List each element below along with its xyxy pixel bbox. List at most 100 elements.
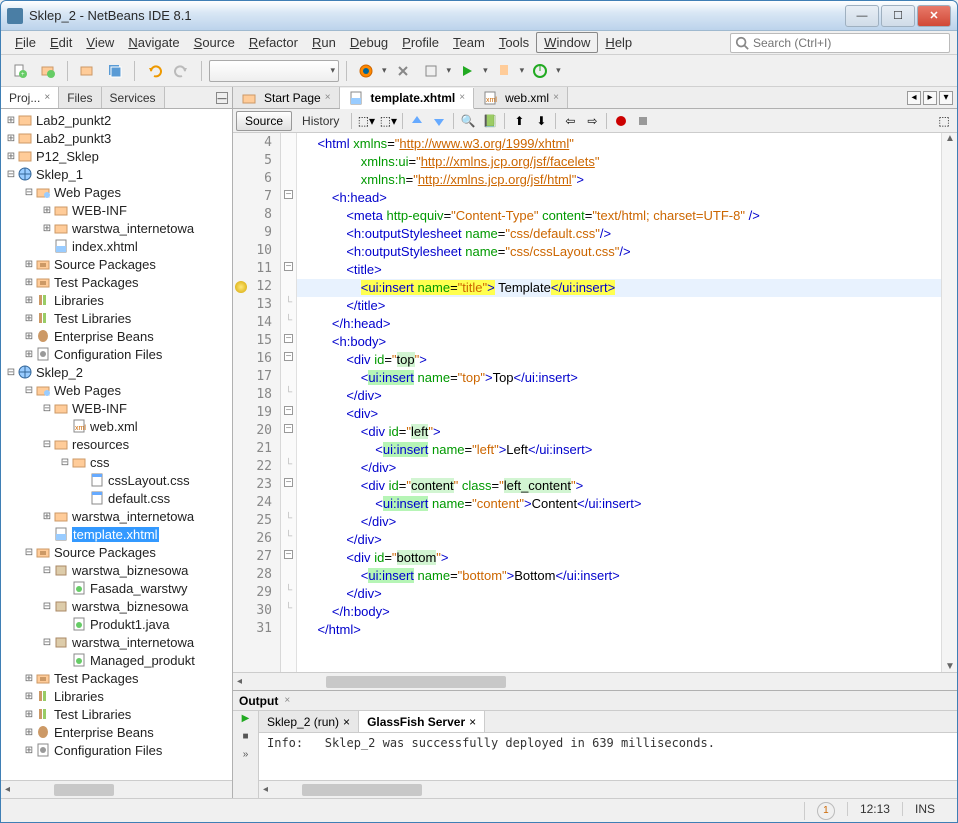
output-tab[interactable]: GlassFish Server× (359, 711, 485, 732)
tab-close-icon[interactable]: × (553, 92, 559, 103)
output-h-scrollbar[interactable]: ◂ (259, 780, 957, 798)
line-number[interactable]: 20 (233, 423, 280, 441)
fold-collapse-icon[interactable]: − (281, 351, 296, 369)
tab-projects[interactable]: Proj...× (1, 87, 59, 108)
expand-icon[interactable]: ⊞ (23, 259, 35, 270)
macro-stop-icon[interactable] (633, 111, 653, 131)
collapse-icon[interactable]: ⊟ (41, 439, 53, 450)
tab-list-icon[interactable]: ▾ (939, 91, 953, 105)
tab-close-icon[interactable]: × (343, 715, 350, 729)
tree-node[interactable]: ⊞Test Libraries (1, 705, 232, 723)
line-number[interactable]: 28 (233, 567, 280, 585)
new-file-button[interactable]: + (8, 59, 32, 83)
code-line[interactable]: <div id="bottom"> (297, 549, 941, 567)
tree-node[interactable]: ⊞Lab2_punkt3 (1, 129, 232, 147)
expand-icon[interactable]: ⊞ (5, 133, 17, 144)
expand-icon[interactable]: ⊞ (23, 277, 35, 288)
tree-node[interactable]: ⊞P12_Sklep (1, 147, 232, 165)
next-bookmark-icon[interactable]: ⬇ (531, 111, 551, 131)
line-number[interactable]: 30 (233, 603, 280, 621)
config-dropdown[interactable] (209, 60, 339, 82)
editor-v-scrollbar[interactable] (941, 133, 957, 672)
menu-tools[interactable]: Tools (492, 33, 536, 52)
line-number[interactable]: 7 (233, 189, 280, 207)
status-insert-mode[interactable]: INS (902, 802, 947, 816)
hint-bulb-icon[interactable] (235, 281, 247, 293)
code-line[interactable]: xmlns:ui="http://xmlns.jcp.org/jsf/facel… (297, 153, 941, 171)
clean-build-button[interactable] (419, 59, 443, 83)
code-line[interactable]: <h:outputStylesheet name="css/cssLayout.… (297, 243, 941, 261)
output-tab[interactable]: Sklep_2 (run)× (259, 711, 359, 732)
code-line[interactable]: <html xmlns="http://www.w3.org/1999/xhtm… (297, 135, 941, 153)
search-input[interactable] (753, 36, 945, 50)
tree-node[interactable]: index.xhtml (1, 237, 232, 255)
tab-close-icon[interactable]: × (459, 92, 465, 103)
fold-column[interactable]: −−└└−−└−−└−└└−└└ (281, 133, 297, 672)
tab-close-icon[interactable]: × (469, 715, 476, 729)
tree-node[interactable]: ⊞Test Packages (1, 669, 232, 687)
line-number[interactable]: 16 (233, 351, 280, 369)
menu-file[interactable]: File (8, 33, 43, 52)
tree-node[interactable]: ⊞Test Packages (1, 273, 232, 291)
split-view-icon[interactable]: ⬚ (934, 111, 954, 131)
menu-refactor[interactable]: Refactor (242, 33, 305, 52)
line-number[interactable]: 13 (233, 297, 280, 315)
scrollbar-thumb[interactable] (54, 784, 114, 796)
code-line[interactable]: </div> (297, 513, 941, 531)
tree-node[interactable]: ⊞warstwa_internetowa (1, 507, 232, 525)
line-number[interactable]: 19 (233, 405, 280, 423)
quick-search[interactable] (730, 33, 950, 53)
line-number[interactable]: 14 (233, 315, 280, 333)
tree-node[interactable]: ⊞Source Packages (1, 255, 232, 273)
code-line[interactable]: <ui:insert name="content">Content</ui:in… (297, 495, 941, 513)
code-line[interactable]: <div id="top"> (297, 351, 941, 369)
tree-node[interactable]: ⊞Libraries (1, 687, 232, 705)
expand-icon[interactable]: ⊞ (23, 691, 35, 702)
close-button[interactable]: ✕ (917, 5, 951, 27)
expand-icon[interactable]: ⊞ (41, 223, 53, 234)
code-editor[interactable]: 4567891011121314151617181920212223242526… (233, 133, 957, 672)
expand-icon[interactable]: ⊞ (41, 511, 53, 522)
output-header[interactable]: Output × (233, 691, 957, 711)
tree-node[interactable]: ⊟Sklep_1 (1, 165, 232, 183)
shift-left-icon[interactable]: ⇦ (560, 111, 580, 131)
macro-record-icon[interactable] (611, 111, 631, 131)
expand-icon[interactable]: ⊞ (5, 115, 17, 126)
scrollbar-thumb[interactable] (302, 784, 422, 796)
collapse-icon[interactable]: ⊟ (23, 547, 35, 558)
scroll-right-icon[interactable]: ▸ (923, 91, 937, 105)
code-line[interactable]: </div> (297, 585, 941, 603)
line-number[interactable]: 6 (233, 171, 280, 189)
tab-close-icon[interactable]: × (325, 92, 331, 103)
line-number[interactable]: 5 (233, 153, 280, 171)
collapse-icon[interactable]: ⊟ (5, 367, 17, 378)
line-number[interactable]: 29 (233, 585, 280, 603)
tree-node[interactable]: ⊞Lab2_punkt2 (1, 111, 232, 129)
tree-node[interactable]: ⊟WEB-INF (1, 399, 232, 417)
code-line[interactable]: <h:head> (297, 189, 941, 207)
menu-run[interactable]: Run (305, 33, 343, 52)
tree-node[interactable]: ⊟resources (1, 435, 232, 453)
menu-source[interactable]: Source (187, 33, 242, 52)
code-line[interactable]: </h:head> (297, 315, 941, 333)
line-number[interactable]: 25 (233, 513, 280, 531)
menu-team[interactable]: Team (446, 33, 492, 52)
code-line[interactable]: <div> (297, 405, 941, 423)
collapse-icon[interactable]: ⊟ (23, 187, 35, 198)
output-more-icon[interactable]: » (238, 749, 254, 765)
editor-tab[interactable]: template.xhtml× (340, 88, 475, 109)
tree-node[interactable]: ⊞Configuration Files (1, 741, 232, 759)
code-line[interactable]: </div> (297, 387, 941, 405)
menu-help[interactable]: Help (598, 33, 639, 52)
redo-button[interactable] (170, 59, 194, 83)
menu-debug[interactable]: Debug (343, 33, 395, 52)
collapse-icon[interactable]: ⊟ (59, 457, 71, 468)
line-number[interactable]: 9 (233, 225, 280, 243)
tree-node[interactable]: ⊟warstwa_internetowa (1, 633, 232, 651)
menu-window[interactable]: Window (536, 32, 598, 53)
expand-icon[interactable]: ⊞ (5, 151, 17, 162)
fold-collapse-icon[interactable]: − (281, 405, 296, 423)
line-number[interactable]: 27 (233, 549, 280, 567)
code-line[interactable]: <div id="left"> (297, 423, 941, 441)
scroll-left-icon[interactable]: ◂ (907, 91, 921, 105)
